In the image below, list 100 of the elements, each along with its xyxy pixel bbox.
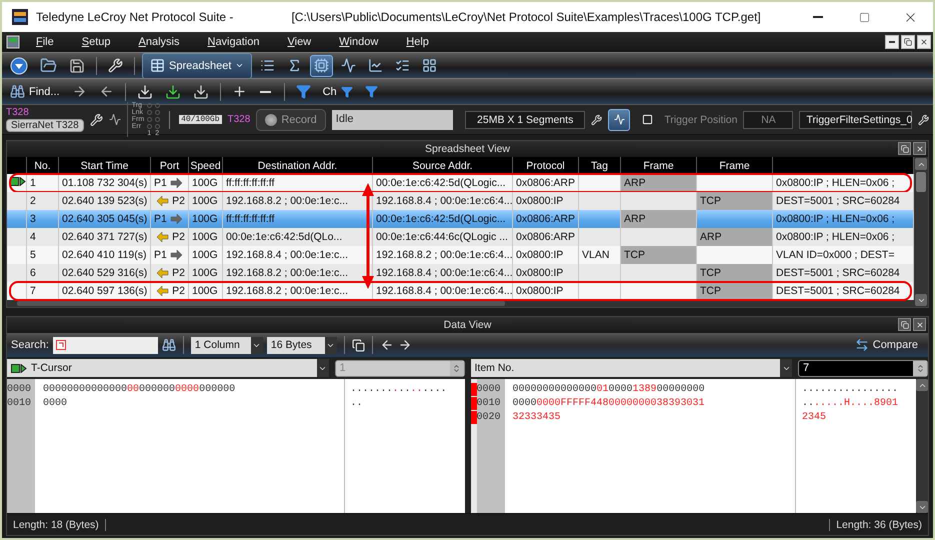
table-row[interactable]: 3 02.640 305 045(s) P1 100G ff:ff:ff:ff:ff:ff 00:0e:1e:c6:42:5d(QLogic... 0x0806:ARP ARP 0x0800:IP ; HLEN=0x06 ; xyxy=(7,210,914,228)
table-cell: 7 xyxy=(27,282,59,300)
compare-icon xyxy=(854,338,869,352)
table-row[interactable]: 6 02.640 529 316(s) P2 100G 192.168.8.2 ; 00:0e:1e:c... 192.168.8.4 ; 00:0e:1e:c6:4... 0x0800:IP TCP DEST=5001 ; SRC=60284 xyxy=(7,264,914,282)
close-button[interactable] xyxy=(913,318,926,331)
bytes-select[interactable]: 16 Bytes xyxy=(266,336,337,354)
column-header[interactable]: Frame xyxy=(621,157,697,174)
menu-item[interactable]: File xyxy=(36,36,54,48)
hex-offset: 0010 xyxy=(476,397,502,411)
column-header[interactable]: Start Time xyxy=(59,157,151,174)
column-header[interactable]: Destination Addr. xyxy=(223,157,373,174)
minimize-button[interactable] xyxy=(885,35,899,49)
port-label: T328 xyxy=(6,107,30,118)
find-button[interactable]: Find... xyxy=(6,80,64,102)
wrench-icon xyxy=(591,114,602,126)
filter-icon xyxy=(365,85,378,98)
scroll-down-button[interactable] xyxy=(915,294,927,306)
scroll-up-button[interactable] xyxy=(915,158,927,170)
maximize-icon xyxy=(858,12,870,22)
hex-bytes: 00000000000000000000000000000000 xyxy=(43,383,236,397)
channel-filter-button[interactable]: Ch xyxy=(318,80,357,102)
hex-search-icon xyxy=(56,340,67,350)
compare-button[interactable]: Compare xyxy=(848,337,924,353)
trigger-position-field[interactable]: NA xyxy=(743,110,794,128)
app-logo-icon xyxy=(12,9,28,25)
forward-icon xyxy=(398,338,412,352)
table-row[interactable]: 4 02.640 371 727(s) P2 100G 00:0e:1e:c6:42:5d(QLo... 00:0e:1e:c6:44:6c(QLogic ... 0x0806:ARP ARP 0x0800:IP ; HLEN=0x06 ; xyxy=(7,228,914,246)
hex-offset: 0020 xyxy=(476,411,502,425)
restore-button[interactable] xyxy=(901,35,915,49)
plus-icon xyxy=(232,84,247,99)
scroll-up-button[interactable] xyxy=(916,379,928,391)
status-field: Idle xyxy=(332,110,454,130)
frame-cell: TCP xyxy=(697,192,773,210)
binoculars-icon xyxy=(162,338,176,352)
close-icon xyxy=(916,144,924,152)
column-header[interactable]: Port xyxy=(151,157,189,174)
record-button[interactable]: Record xyxy=(256,108,326,130)
device-button[interactable]: SierraNet T328 xyxy=(6,119,84,132)
down-circle-icon xyxy=(10,56,28,74)
ascii-text: .. xyxy=(350,397,364,411)
column-header[interactable]: Tag xyxy=(579,157,621,174)
search-field[interactable] xyxy=(52,336,158,354)
menu-item[interactable]: View xyxy=(287,36,312,48)
scroll-down-button[interactable] xyxy=(916,501,928,513)
view-button[interactable] xyxy=(310,54,334,76)
hex-bytes: 32333435 xyxy=(512,411,562,425)
index-spinner[interactable]: 7 xyxy=(798,360,928,376)
minus-icon xyxy=(889,41,895,43)
scrollbar-thumb[interactable] xyxy=(916,172,926,192)
menu-item[interactable]: Help xyxy=(406,36,429,48)
record-icon xyxy=(265,114,278,126)
close-button[interactable] xyxy=(917,35,931,49)
source-select[interactable]: Item No. xyxy=(470,359,792,377)
table-row[interactable]: 2 02.640 139 523(s) P2 100G 192.168.8.2 ; 00:0e:1e:c... 192.168.8.4 ; 00:0e:1e:c6:4... 0x0800:IP TCP DEST=5001 ; SRC=60284 xyxy=(7,192,914,210)
square-icon xyxy=(642,114,653,125)
wrench-icon xyxy=(108,58,123,73)
hex-offset: 0000 xyxy=(476,383,502,397)
filter-icon xyxy=(340,86,353,98)
column-header[interactable]: Frame xyxy=(697,157,773,174)
list-icon xyxy=(260,58,276,73)
table-row[interactable]: 1 01.108 732 304(s) P1 100G ff:ff:ff:ff:ff:ff 00:0e:1e:c6:42:5d(QLogic... 0x0806:ARP ARP 0x0800:IP ; HLEN=0x06 ; xyxy=(7,174,914,192)
trigger-settings-dropdown[interactable]: TriggerFilterSettings_0 xyxy=(799,110,912,128)
menu-item[interactable]: Navigation xyxy=(207,36,260,48)
save-icon xyxy=(69,58,85,74)
filter-icon xyxy=(296,84,311,99)
length-status: Length: 18 (Bytes) xyxy=(13,518,106,530)
table-cell: 02.640 597 136(s) xyxy=(59,282,151,300)
columns-select[interactable]: 1 Column xyxy=(190,336,263,354)
restore-button[interactable] xyxy=(898,318,911,331)
chip-icon xyxy=(314,58,330,73)
table-row[interactable]: 5 02.640 410 119(s) P1 100G 192.168.8.4 ; 00:0e:1e:c... 192.168.8.2 ; 00:0e:1e:c6:4... 0x0800:IP VLAN TCP VLAN ID=0x000 ; DEST= xyxy=(7,246,914,264)
scrollbar-thumb[interactable] xyxy=(17,301,505,306)
column-header[interactable]: Source Addr. xyxy=(373,157,513,174)
table-row[interactable]: 7 02.640 597 136(s) P2 100G 192.168.8.2 ; 00:0e:1e:c... 192.168.8.4 ; 00:0e:1e:c6:4... 0x0800:IP TCP DEST=5001 ; SRC=60284 xyxy=(7,282,914,300)
spinner-arrows-icon xyxy=(452,364,461,372)
back-icon xyxy=(380,338,394,352)
close-button[interactable] xyxy=(913,142,926,155)
menu-item[interactable]: Setup xyxy=(82,36,111,48)
buffer-dropdown[interactable]: 25MB X 1 Segments xyxy=(465,110,586,128)
panel-title: Spreadsheet View xyxy=(424,143,510,155)
restore-icon xyxy=(900,144,908,152)
arrow-right-icon xyxy=(72,84,87,99)
wrench-icon xyxy=(918,114,929,126)
panel-title: Data View xyxy=(444,319,492,331)
column-header[interactable]: No. xyxy=(27,157,59,174)
column-header[interactable]: Speed xyxy=(189,157,223,174)
wrench-icon xyxy=(90,112,103,126)
hex-offset: 0010 xyxy=(7,397,32,411)
cursor-marker-icon xyxy=(10,177,26,186)
ascii-text: .......H....8901 xyxy=(802,397,900,411)
caret-icon xyxy=(235,61,244,70)
menu-item[interactable]: Window xyxy=(339,36,378,48)
table-cell: 100G xyxy=(189,264,223,282)
source-select[interactable]: T-Cursor xyxy=(7,359,328,377)
column-header[interactable]: Protocol xyxy=(513,157,579,174)
view-toggle-button[interactable] xyxy=(608,108,630,130)
port-cell: P2 xyxy=(151,264,189,282)
restore-button[interactable] xyxy=(898,142,911,155)
menu-item[interactable]: Analysis xyxy=(138,36,180,48)
ascii-text: ................ xyxy=(802,383,900,397)
